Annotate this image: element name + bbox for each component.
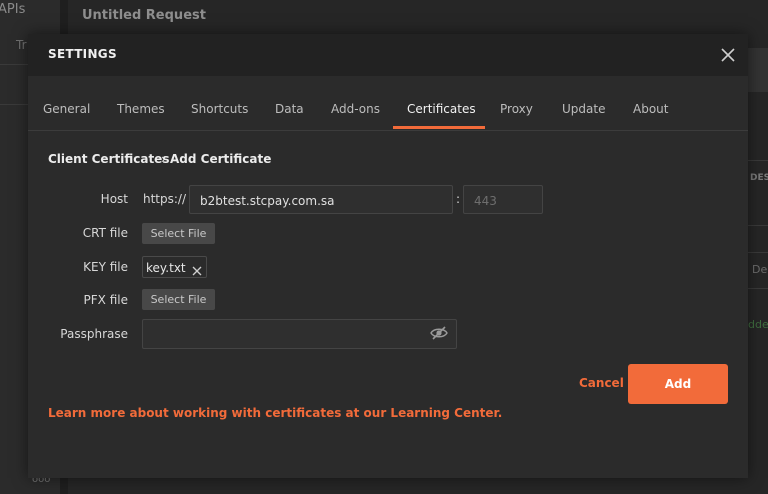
settings-dialog: SETTINGS General Themes Shortcuts Data A… <box>28 34 748 478</box>
host-prefix: https:// <box>143 192 187 206</box>
key-file-label: KEY file <box>83 260 128 274</box>
active-tab-indicator <box>393 126 485 129</box>
sidebar-tab-apis[interactable]: APIs <box>0 2 25 17</box>
key-file-name: key.txt <box>146 261 186 275</box>
port-input[interactable]: 443 <box>463 185 543 214</box>
toggle-passphrase-visibility[interactable] <box>430 325 448 341</box>
passphrase-input[interactable] <box>142 319 457 349</box>
table-header-description: DES <box>750 173 768 183</box>
settings-tabs: General Themes Shortcuts Data Add-ons Ce… <box>28 90 748 131</box>
passphrase-label: Passphrase <box>60 327 128 341</box>
pfx-select-file-button[interactable]: Select File <box>142 289 215 310</box>
learning-center-link[interactable]: Learn more about working with certificat… <box>48 406 502 420</box>
crt-select-file-button[interactable]: Select File <box>142 223 215 244</box>
tab-themes[interactable]: Themes <box>117 102 165 116</box>
tab-shortcuts[interactable]: Shortcuts <box>191 102 248 116</box>
breadcrumb-separator-icon: › <box>161 152 166 166</box>
table-cell-description[interactable]: De <box>752 263 767 276</box>
sidebar-tab-trash[interactable]: Tr <box>16 38 27 52</box>
key-file-chip: key.txt <box>142 256 207 278</box>
crt-file-label: CRT file <box>82 226 128 240</box>
remove-key-file-button[interactable] <box>191 262 203 276</box>
divider <box>748 225 768 226</box>
remove-file-icon <box>192 266 202 276</box>
close-button[interactable] <box>718 45 738 65</box>
request-tab-title[interactable]: Untitled Request <box>82 8 206 23</box>
host-label: Host <box>100 192 128 206</box>
dialog-header: SETTINGS <box>28 34 748 76</box>
divider <box>748 252 768 253</box>
tab-update[interactable]: Update <box>562 102 605 116</box>
divider <box>748 288 768 289</box>
tab-proxy[interactable]: Proxy <box>500 102 533 116</box>
close-icon <box>721 48 735 62</box>
eye-off-icon <box>430 326 448 340</box>
tab-certificates[interactable]: Certificates <box>407 102 476 116</box>
pfx-file-label: PFX file <box>83 293 128 307</box>
port-placeholder: 443 <box>474 194 497 208</box>
hidden-label: dden <box>748 318 768 331</box>
divider <box>748 160 768 161</box>
tab-general[interactable]: General <box>43 102 90 116</box>
host-input-value: b2btest.stcpay.com.sa <box>200 194 335 208</box>
tab-about[interactable]: About <box>633 102 668 116</box>
breadcrumb-client-certificates[interactable]: Client Certificates <box>48 152 169 166</box>
port-separator: : <box>456 192 461 206</box>
tab-data[interactable]: Data <box>275 102 304 116</box>
dialog-title: SETTINGS <box>48 47 117 61</box>
host-input[interactable]: b2btest.stcpay.com.sa <box>189 185 453 214</box>
cancel-button[interactable]: Cancel <box>579 376 624 390</box>
breadcrumb-add-certificate: Add Certificate <box>170 152 272 166</box>
background-panel <box>748 48 768 92</box>
tab-add-ons[interactable]: Add-ons <box>331 102 380 116</box>
add-button[interactable]: Add <box>628 364 728 404</box>
